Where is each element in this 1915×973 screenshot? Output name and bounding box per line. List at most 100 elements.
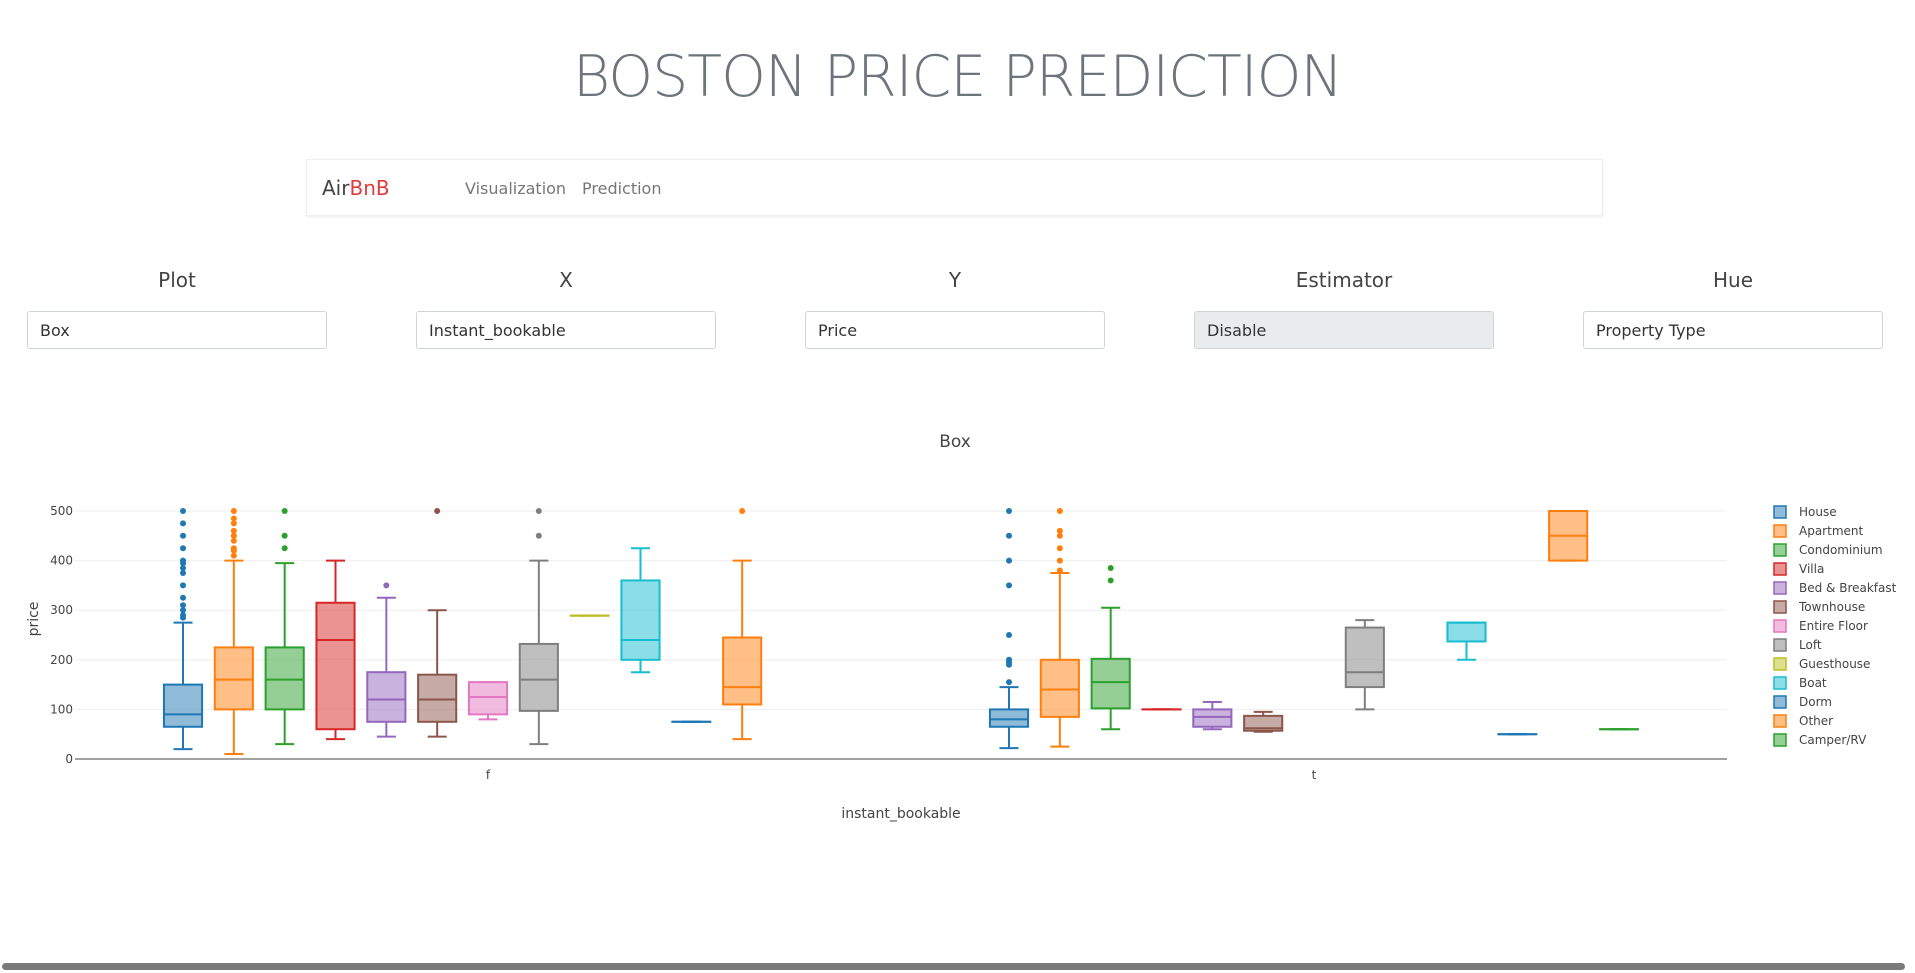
legend-item-entire-floor: Entire Floor: [1773, 619, 1868, 633]
box-body: [1039, 658, 1080, 718]
box-apartment-t: [1039, 508, 1080, 748]
scrollbar-thumb[interactable]: [2, 963, 1905, 970]
outlier-point: [1056, 567, 1063, 574]
brand-text-air: Air: [322, 176, 350, 200]
x-axis-title: instant_bookable: [841, 806, 960, 822]
box-townhouse-t: [1243, 710, 1284, 733]
legend-label: Other: [1799, 714, 1833, 728]
x-label: X: [559, 268, 573, 292]
box-body: [162, 683, 204, 728]
legend-label: Guesthouse: [1799, 657, 1870, 671]
box-body: [518, 642, 559, 712]
legend-item-loft: Loft: [1773, 638, 1822, 652]
outlier-point: [739, 508, 746, 514]
legend-item-condominium: Condominium: [1773, 543, 1883, 557]
outlier-point: [180, 545, 187, 552]
outlier-point: [180, 532, 187, 539]
outlier-point: [1006, 582, 1013, 589]
outlier-point: [1056, 527, 1063, 534]
legend-swatch: [1773, 543, 1787, 557]
estimator-label: Estimator: [1295, 268, 1393, 292]
x-select[interactable]: Instant_bookable: [416, 311, 716, 349]
outlier-point: [383, 582, 390, 589]
outlier-point: [1006, 557, 1013, 564]
y-tick-label: 200: [50, 653, 73, 667]
outlier-point: [434, 508, 441, 514]
outlier-point: [180, 582, 187, 589]
box-villa-f: [315, 559, 356, 741]
box-bed-breakfast-t: [1192, 700, 1233, 731]
legend-label: Loft: [1799, 638, 1822, 652]
outlier-point: [281, 532, 288, 539]
outlier-point: [180, 508, 187, 514]
navbar: AirBnB Visualization Prediction: [306, 159, 1603, 216]
x-tick-label: f: [486, 768, 491, 782]
nav-link-visualization[interactable]: Visualization: [465, 179, 566, 198]
page-title: BOSTON PRICE PREDICTION: [572, 44, 1343, 110]
outlier-point: [1107, 577, 1114, 584]
legend-item-other: Other: [1773, 714, 1833, 728]
box-body: [988, 708, 1030, 728]
legend-label: Condominium: [1799, 543, 1883, 557]
box-body: [1192, 708, 1233, 728]
outlier-point: [180, 602, 187, 609]
outlier-point: [230, 545, 237, 552]
legend-swatch: [1773, 600, 1787, 614]
outlier-point: [281, 508, 288, 514]
y-tick-label: 500: [50, 504, 73, 518]
legend-item-townhouse: Townhouse: [1773, 600, 1865, 614]
legend-item-camper-rv: Camper/RV: [1773, 733, 1867, 747]
legend-swatch: [1773, 695, 1787, 709]
outlier-point: [1006, 656, 1013, 663]
legend-swatch: [1773, 657, 1787, 671]
legend-swatch: [1773, 638, 1787, 652]
legend-label: Entire Floor: [1799, 619, 1868, 633]
y-tick-label: 100: [50, 702, 73, 716]
box-body: [467, 681, 509, 716]
legend-label: Townhouse: [1798, 600, 1865, 614]
outlier-point: [1006, 679, 1013, 686]
legend-swatch: [1773, 733, 1787, 747]
outlier-point: [281, 545, 288, 552]
box-condominium-t: [1090, 565, 1131, 731]
legend-label: Boat: [1799, 676, 1827, 690]
brand-logo[interactable]: AirBnB: [322, 176, 390, 200]
box-body: [1446, 621, 1487, 643]
box-townhouse-f: [417, 508, 458, 738]
legend-item-boat: Boat: [1773, 676, 1827, 690]
legend-swatch: [1773, 505, 1787, 519]
estimator-select: Disable: [1194, 311, 1494, 349]
y-label: Y: [948, 268, 962, 292]
y-tick-label: 300: [50, 603, 73, 617]
box-other-f: [722, 508, 763, 741]
y-select[interactable]: Price: [805, 311, 1105, 349]
legend-item-dorm: Dorm: [1773, 695, 1832, 709]
legend-item-bed-breakfast: Bed & Breakfast: [1773, 581, 1897, 595]
legend-label: Villa: [1799, 562, 1824, 576]
legend-label: Dorm: [1799, 695, 1832, 709]
box-body: [264, 646, 305, 711]
y-axis-title: price: [26, 602, 42, 637]
legend-item-apartment: Apartment: [1773, 524, 1863, 538]
outlier-point: [535, 532, 542, 539]
legend-swatch: [1773, 562, 1787, 576]
outlier-point: [230, 527, 237, 534]
outlier-point: [535, 508, 542, 514]
box-body: [1090, 657, 1131, 710]
legend-swatch: [1773, 619, 1787, 633]
box-condominium-f: [264, 508, 305, 746]
outlier-point: [230, 508, 237, 514]
legend-swatch: [1773, 676, 1787, 690]
x-tick-label: t: [1312, 768, 1317, 782]
outlier-point: [1056, 545, 1063, 552]
outlier-point: [180, 520, 187, 527]
box-loft-t: [1344, 619, 1385, 711]
hue-select[interactable]: Property Type: [1583, 311, 1883, 349]
box-other-t: [1548, 510, 1589, 562]
plot-select[interactable]: Box: [27, 311, 327, 349]
legend-swatch: [1773, 714, 1787, 728]
box-entire-floor-f: [467, 681, 509, 721]
nav-link-prediction[interactable]: Prediction: [582, 179, 661, 198]
plot-label: Plot: [158, 268, 196, 292]
box-body: [315, 601, 356, 731]
